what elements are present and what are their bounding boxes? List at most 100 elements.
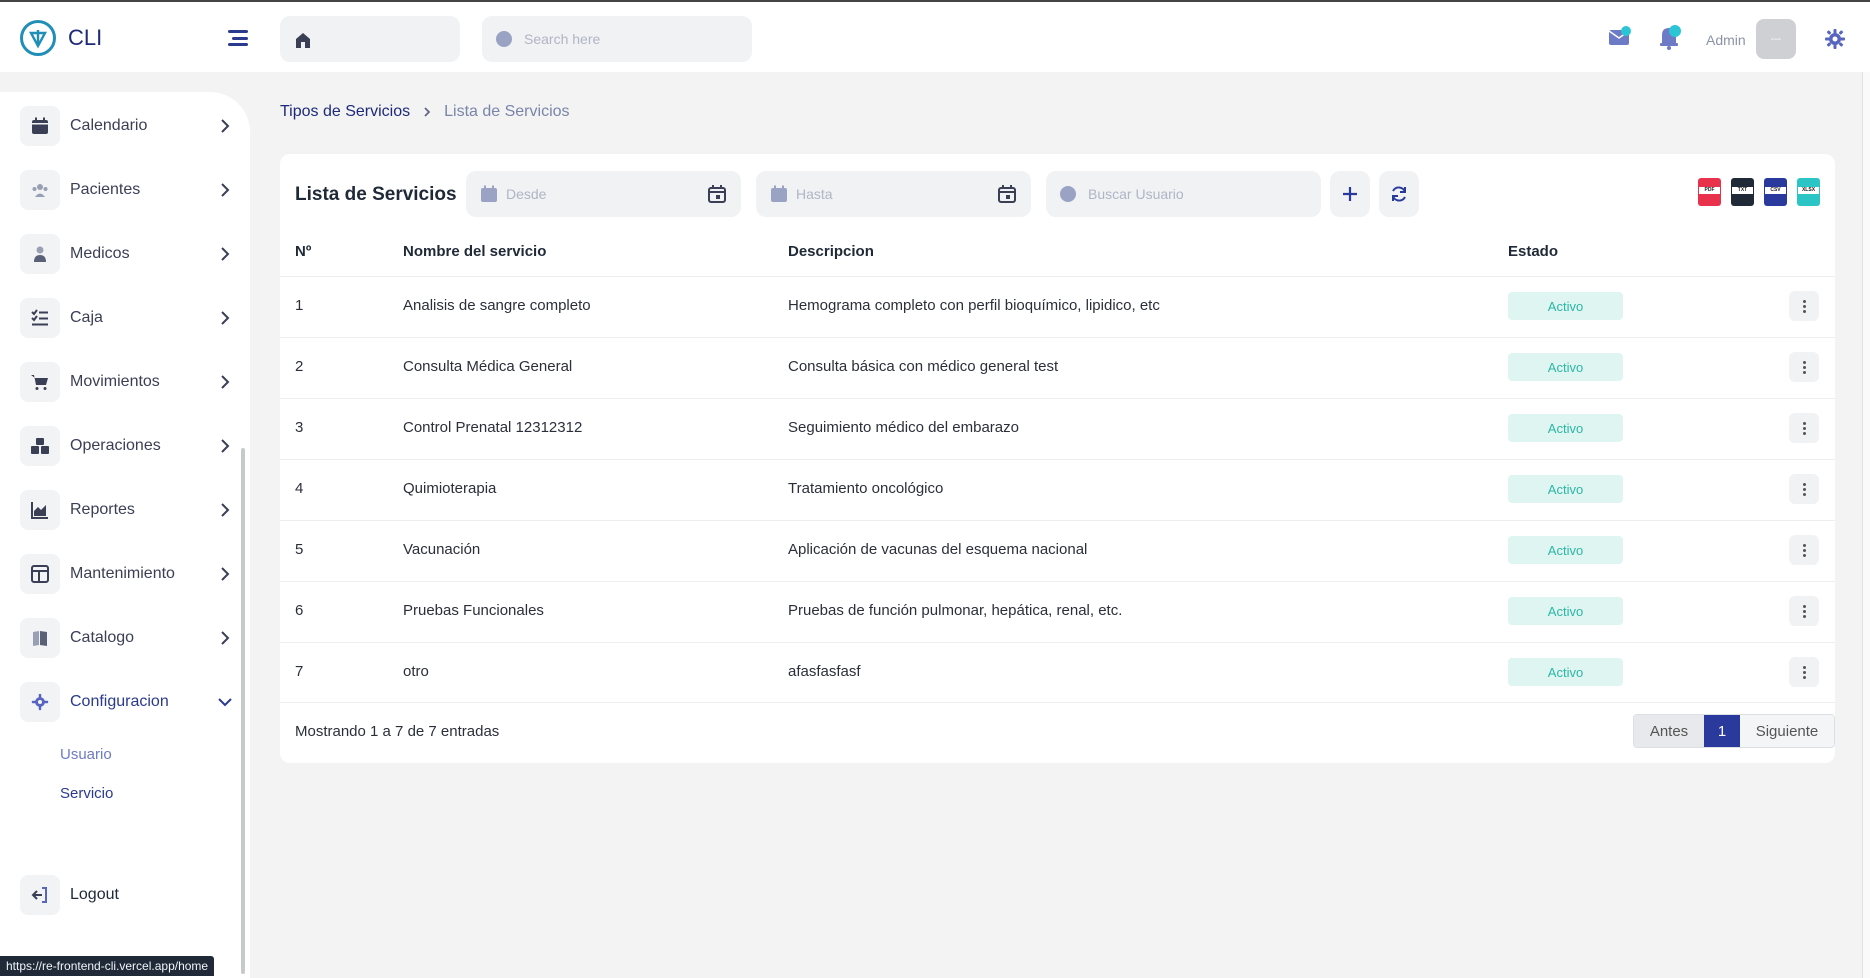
status-url: https://re-frontend-cli.vercel.app/home bbox=[0, 956, 215, 976]
user-search-input[interactable] bbox=[1088, 186, 1269, 202]
add-service-button[interactable] bbox=[1330, 171, 1370, 217]
sidebar: Calendario Pacientes Medicos Caja Movimi… bbox=[0, 92, 250, 978]
xlsx-label: XLSX bbox=[1798, 187, 1819, 194]
sidebar-item-reportes[interactable]: Reportes bbox=[20, 489, 235, 531]
row-actions-menu-icon[interactable] bbox=[1789, 291, 1819, 321]
sidebar-item-label: Configuracion bbox=[70, 693, 169, 710]
logout-icon bbox=[20, 875, 60, 915]
chevron-right-icon bbox=[221, 375, 230, 389]
refresh-icon bbox=[1392, 186, 1406, 202]
cell-number: 2 bbox=[295, 358, 304, 375]
column-header-description: Descripcion bbox=[788, 243, 874, 260]
sidebar-item-pacientes[interactable]: Pacientes bbox=[20, 169, 235, 211]
xlsx-export-icon[interactable]: XLSX bbox=[1797, 178, 1820, 206]
calendar-small-icon bbox=[771, 185, 787, 202]
sidebar-subitem-servicio[interactable]: Servicio bbox=[60, 785, 113, 802]
sidebar-item-movimientos[interactable]: Movimientos bbox=[20, 361, 235, 403]
sidebar-item-medicos[interactable]: Medicos bbox=[20, 233, 235, 275]
export-toolbar: PDF TXT CSV XLSX bbox=[1698, 178, 1820, 206]
sidebar-scrollbar[interactable] bbox=[241, 448, 245, 974]
user-name: Admin bbox=[1706, 32, 1746, 48]
row-actions-menu-icon[interactable] bbox=[1789, 535, 1819, 565]
sidebar-item-label: Mantenimiento bbox=[70, 565, 175, 582]
sidebar-item-calendario[interactable]: Calendario bbox=[20, 105, 235, 147]
sidebar-item-label: Medicos bbox=[70, 245, 130, 262]
book-icon bbox=[20, 618, 60, 658]
page-button-current[interactable]: 1 bbox=[1704, 715, 1740, 747]
chevron-right-icon bbox=[221, 247, 230, 261]
cell-name: Quimioterapia bbox=[403, 480, 497, 497]
home-button[interactable] bbox=[280, 16, 460, 62]
row-actions-menu-icon[interactable] bbox=[1789, 596, 1819, 626]
row-actions-menu-icon[interactable] bbox=[1789, 657, 1819, 687]
csv-export-icon[interactable]: CSV bbox=[1764, 178, 1787, 206]
checklist-icon bbox=[20, 298, 60, 338]
messages-icon[interactable] bbox=[1608, 26, 1632, 46]
logout-button[interactable]: Logout bbox=[20, 874, 235, 916]
notifications-icon[interactable] bbox=[1658, 24, 1682, 50]
sidebar-item-mantenimiento[interactable]: Mantenimiento bbox=[20, 553, 235, 595]
previous-page-button[interactable]: Antes bbox=[1634, 715, 1704, 747]
sidebar-item-label: Movimientos bbox=[70, 373, 160, 390]
next-page-button[interactable]: Siguiente bbox=[1740, 715, 1834, 747]
sidebar-item-label: Calendario bbox=[70, 117, 148, 134]
sidebar-subitem-usuario[interactable]: Usuario bbox=[60, 746, 112, 763]
cell-number: 5 bbox=[295, 541, 304, 558]
chevron-right-icon bbox=[221, 567, 230, 581]
home-icon bbox=[296, 33, 310, 48]
cell-number: 3 bbox=[295, 419, 304, 436]
status-badge: Activo bbox=[1508, 658, 1623, 686]
row-actions-menu-icon[interactable] bbox=[1789, 413, 1819, 443]
calendar-picker-icon[interactable] bbox=[707, 184, 727, 204]
chevron-right-icon bbox=[221, 503, 230, 517]
table-row: 6 Pruebas Funcionales Pruebas de función… bbox=[280, 581, 1835, 642]
status-badge: Activo bbox=[1508, 536, 1623, 564]
doctor-icon bbox=[20, 234, 60, 274]
cell-name: Vacunación bbox=[403, 541, 481, 558]
search-icon bbox=[1060, 186, 1076, 202]
sidebar-item-label: Operaciones bbox=[70, 437, 161, 454]
patients-icon bbox=[20, 170, 60, 210]
column-header-name: Nombre del servicio bbox=[403, 243, 547, 260]
chevron-right-icon bbox=[221, 311, 230, 325]
cell-name: Pruebas Funcionales bbox=[403, 602, 544, 619]
global-search-input[interactable] bbox=[524, 31, 724, 47]
sidebar-item-label: Catalogo bbox=[70, 629, 135, 646]
services-card: Lista de Servicios PDF TXT CSV XLSX Nº N… bbox=[280, 154, 1835, 763]
cell-number: 6 bbox=[295, 602, 304, 619]
chevron-right-icon bbox=[424, 107, 431, 117]
app-logo[interactable]: CLI bbox=[20, 20, 102, 56]
chevron-right-icon bbox=[221, 119, 230, 133]
date-from-input[interactable] bbox=[506, 186, 707, 202]
calendar-picker-icon[interactable] bbox=[997, 184, 1017, 204]
refresh-button[interactable] bbox=[1379, 171, 1419, 217]
txt-export-icon[interactable]: TXT bbox=[1731, 178, 1754, 206]
sidebar-item-caja[interactable]: Caja bbox=[20, 297, 235, 339]
avatar[interactable]: --- bbox=[1756, 19, 1796, 59]
boxes-icon bbox=[20, 426, 60, 466]
cell-description: Aplicación de vacunas del esquema nacion… bbox=[788, 541, 1088, 558]
sidebar-item-operaciones[interactable]: Operaciones bbox=[20, 425, 235, 467]
breadcrumb: Tipos de Servicios Lista de Servicios bbox=[280, 103, 570, 121]
status-badge: Activo bbox=[1508, 414, 1623, 442]
card-title: Lista de Servicios bbox=[295, 184, 457, 205]
page-scrollbar[interactable] bbox=[1862, 72, 1870, 978]
date-to-input[interactable] bbox=[796, 186, 997, 202]
cell-number: 1 bbox=[295, 297, 304, 314]
breadcrumb-parent[interactable]: Tipos de Servicios bbox=[280, 103, 410, 121]
pdf-label: PDF bbox=[1699, 187, 1720, 194]
chevron-right-icon bbox=[221, 631, 230, 645]
row-actions-menu-icon[interactable] bbox=[1789, 352, 1819, 382]
status-badge: Activo bbox=[1508, 597, 1623, 625]
chevron-right-icon bbox=[221, 439, 230, 453]
search-icon bbox=[496, 31, 512, 47]
pdf-export-icon[interactable]: PDF bbox=[1698, 178, 1721, 206]
column-header-number: Nº bbox=[295, 243, 312, 260]
settings-gear-icon[interactable] bbox=[1824, 28, 1846, 50]
avatar-placeholder: --- bbox=[1771, 33, 1781, 45]
pagination-summary: Mostrando 1 a 7 de 7 entradas bbox=[295, 723, 500, 740]
sidebar-item-configuracion[interactable]: Configuracion bbox=[20, 681, 235, 723]
sidebar-item-catalogo[interactable]: Catalogo bbox=[20, 617, 235, 659]
menu-toggle-icon[interactable] bbox=[228, 30, 248, 46]
row-actions-menu-icon[interactable] bbox=[1789, 474, 1819, 504]
